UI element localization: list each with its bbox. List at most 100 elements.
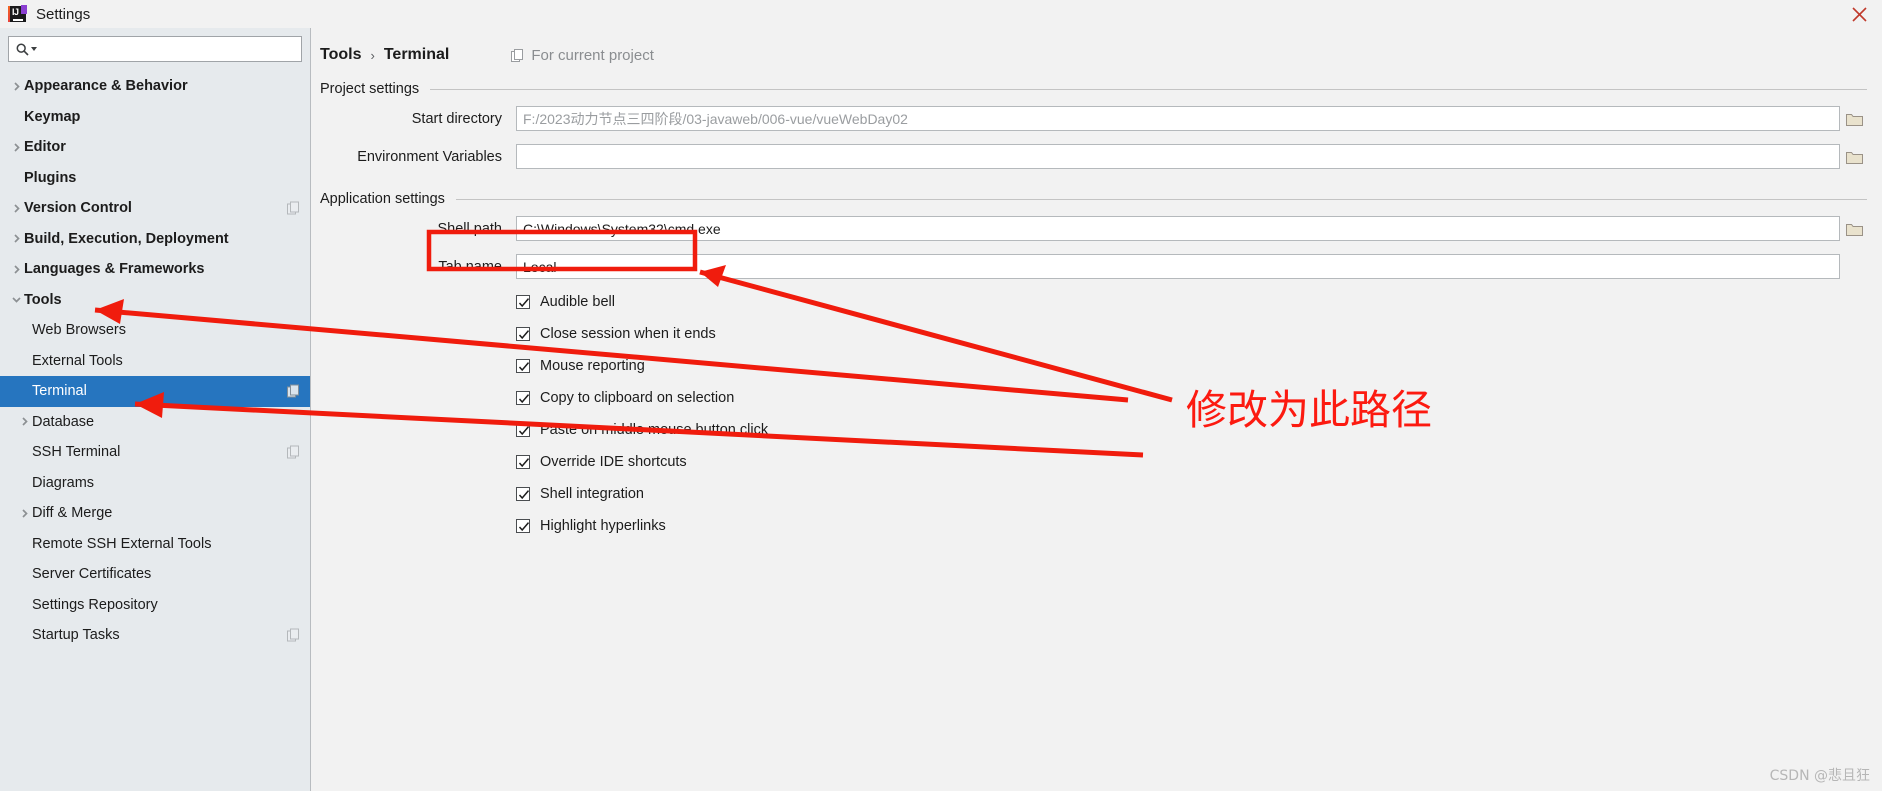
sidebar-item-label: Build, Execution, Deployment bbox=[24, 230, 229, 247]
divider bbox=[430, 88, 1867, 90]
title-bar: IJ Settings bbox=[0, 0, 1882, 28]
tab-name-input[interactable]: Local bbox=[516, 254, 1840, 279]
sidebar-item-diagrams[interactable]: Diagrams bbox=[0, 468, 310, 499]
sidebar-item-web-browsers[interactable]: Web Browsers bbox=[0, 315, 310, 346]
close-icon[interactable] bbox=[1836, 0, 1882, 28]
chevron-right-icon[interactable] bbox=[16, 508, 32, 519]
start-directory-label: Start directory bbox=[411, 110, 502, 127]
sidebar-item-label: Plugins bbox=[24, 169, 77, 186]
sidebar-item-label: Editor bbox=[24, 139, 66, 156]
sidebar-item-startup-tasks[interactable]: Startup Tasks bbox=[0, 620, 310, 651]
logo-text: IJ bbox=[12, 6, 19, 17]
sidebar-item-settings-repository[interactable]: Settings Repository bbox=[0, 590, 310, 621]
chevron-right-icon[interactable] bbox=[8, 81, 24, 92]
sidebar-item-remote-ssh-external-tools[interactable]: Remote SSH External Tools bbox=[0, 529, 310, 560]
search-input[interactable] bbox=[42, 40, 301, 58]
sidebar-item-plugins[interactable]: Plugins bbox=[0, 163, 310, 194]
watermark: CSDN @悲且狂 bbox=[1769, 768, 1870, 784]
sidebar-item-label: Startup Tasks bbox=[32, 627, 120, 644]
checkbox-box[interactable] bbox=[516, 327, 530, 341]
settings-main-panel: Tools › Terminal For current project Pro… bbox=[311, 28, 1882, 791]
chevron-right-icon[interactable] bbox=[8, 203, 24, 214]
form-row-start-directory: Start directory F:/2023动力节点三四阶段/03-javawe… bbox=[311, 102, 1882, 135]
annotation-note: 修改为此路径 bbox=[1186, 386, 1432, 434]
sidebar-item-languages-frameworks[interactable]: Languages & Frameworks bbox=[0, 254, 310, 285]
start-directory-input[interactable]: F:/2023动力节点三四阶段/03-javaweb/006-vue/vueWe… bbox=[516, 106, 1840, 131]
sidebar-item-database[interactable]: Database bbox=[0, 407, 310, 438]
sidebar-item-editor[interactable]: Editor bbox=[0, 132, 310, 163]
sidebar-item-appearance-behavior[interactable]: Appearance & Behavior bbox=[0, 71, 310, 102]
checkbox-box[interactable] bbox=[516, 487, 530, 501]
form-row-environment-variables: Environment Variables bbox=[311, 140, 1882, 173]
checkbox-highlight-hyperlinks[interactable]: Highlight hyperlinks bbox=[311, 511, 1882, 541]
sidebar-item-label: Keymap bbox=[24, 108, 81, 125]
checkbox-shell-integration[interactable]: Shell integration bbox=[311, 479, 1882, 509]
project-scope-indicator: For current project bbox=[511, 47, 654, 64]
checkbox-box[interactable] bbox=[516, 519, 530, 533]
checkbox-box[interactable] bbox=[516, 423, 530, 437]
chevron-right-icon[interactable] bbox=[8, 264, 24, 275]
sidebar-item-terminal[interactable]: Terminal bbox=[0, 376, 310, 407]
sidebar-item-keymap[interactable]: Keymap bbox=[0, 102, 310, 133]
application-settings-heading: Application settings bbox=[311, 191, 1882, 207]
search-dropdown-caret-icon[interactable] bbox=[31, 47, 37, 51]
checkbox-label: Shell integration bbox=[540, 486, 644, 502]
window-title: Settings bbox=[36, 5, 91, 23]
checkbox-close-session-when-it-ends[interactable]: Close session when it ends bbox=[311, 319, 1882, 349]
sidebar-item-label: Diff & Merge bbox=[32, 505, 113, 522]
environment-variables-label: Environment Variables bbox=[357, 148, 502, 165]
checkbox-box[interactable] bbox=[516, 455, 530, 469]
shell-path-input[interactable]: C:\Windows\System32\cmd.exe bbox=[516, 216, 1840, 241]
project-scope-label: For current project bbox=[531, 46, 654, 64]
intellij-idea-logo: IJ bbox=[8, 4, 27, 24]
checkbox-box[interactable] bbox=[516, 295, 530, 309]
chevron-right-icon[interactable] bbox=[8, 142, 24, 153]
sidebar-item-build-execution-deployment[interactable]: Build, Execution, Deployment bbox=[0, 224, 310, 255]
checkbox-label: Highlight hyperlinks bbox=[540, 518, 666, 534]
sidebar-item-external-tools[interactable]: External Tools bbox=[0, 346, 310, 377]
divider bbox=[455, 198, 1867, 200]
breadcrumb-parent[interactable]: Tools bbox=[320, 46, 361, 64]
sidebar-item-server-certificates[interactable]: Server Certificates bbox=[0, 559, 310, 590]
chevron-down-icon[interactable] bbox=[8, 294, 24, 305]
tab-name-label: Tab name bbox=[438, 258, 502, 275]
form-row-shell-path: Shell path C:\Windows\System32\cmd.exe bbox=[311, 212, 1882, 245]
folder-browse-icon[interactable] bbox=[1842, 216, 1867, 241]
checkbox-label: Mouse reporting bbox=[540, 358, 645, 374]
checkbox-audible-bell[interactable]: Audible bell bbox=[311, 287, 1882, 317]
settings-tree: Appearance & Behavior Keymap Editor Plugins… bbox=[0, 68, 310, 651]
sidebar-item-label: SSH Terminal bbox=[32, 444, 121, 461]
checkbox-override-ide-shortcuts[interactable]: Override IDE shortcuts bbox=[311, 447, 1882, 477]
folder-browse-icon[interactable] bbox=[1842, 106, 1867, 131]
sidebar-item-ssh-terminal[interactable]: SSH Terminal bbox=[0, 437, 310, 468]
search-icon bbox=[16, 43, 29, 56]
checkbox-mouse-reporting[interactable]: Mouse reporting bbox=[311, 351, 1882, 381]
project-scope-icon bbox=[287, 384, 300, 398]
chevron-right-icon[interactable] bbox=[16, 416, 32, 427]
project-scope-icon bbox=[287, 201, 300, 215]
checkbox-label: Audible bell bbox=[540, 294, 615, 310]
project-settings-fields: Start directory F:/2023动力节点三四阶段/03-javawe… bbox=[311, 102, 1882, 173]
sidebar-item-label: Version Control bbox=[24, 200, 132, 217]
sidebar-item-diff-merge[interactable]: Diff & Merge bbox=[0, 498, 310, 529]
chevron-right-icon[interactable] bbox=[8, 233, 24, 244]
settings-sidebar: Appearance & Behavior Keymap Editor Plugins… bbox=[0, 28, 311, 791]
sidebar-item-label: Tools bbox=[24, 291, 62, 308]
checkbox-label: Paste on middle mouse button click bbox=[540, 422, 769, 438]
sidebar-item-version-control[interactable]: Version Control bbox=[0, 193, 310, 224]
sidebar-item-label: External Tools bbox=[32, 352, 123, 369]
search-box[interactable] bbox=[8, 36, 302, 62]
checkbox-paste-on-middle-mouse-button-click[interactable]: Paste on middle mouse button click bbox=[311, 415, 1882, 445]
folder-browse-icon[interactable] bbox=[1842, 144, 1867, 169]
checkbox-copy-to-clipboard-on-selection[interactable]: Copy to clipboard on selection bbox=[311, 383, 1882, 413]
checkbox-box[interactable] bbox=[516, 359, 530, 373]
sidebar-item-label: Diagrams bbox=[32, 474, 95, 491]
project-settings-heading-text: Project settings bbox=[320, 81, 420, 97]
checkbox-box[interactable] bbox=[516, 391, 530, 405]
sidebar-item-label: Server Certificates bbox=[32, 566, 152, 583]
checkbox-label: Override IDE shortcuts bbox=[540, 454, 687, 470]
project-scope-icon bbox=[287, 445, 300, 459]
sidebar-item-tools[interactable]: Tools bbox=[0, 285, 310, 316]
environment-variables-input[interactable] bbox=[516, 144, 1840, 169]
shell-path-label: Shell path bbox=[437, 220, 503, 237]
